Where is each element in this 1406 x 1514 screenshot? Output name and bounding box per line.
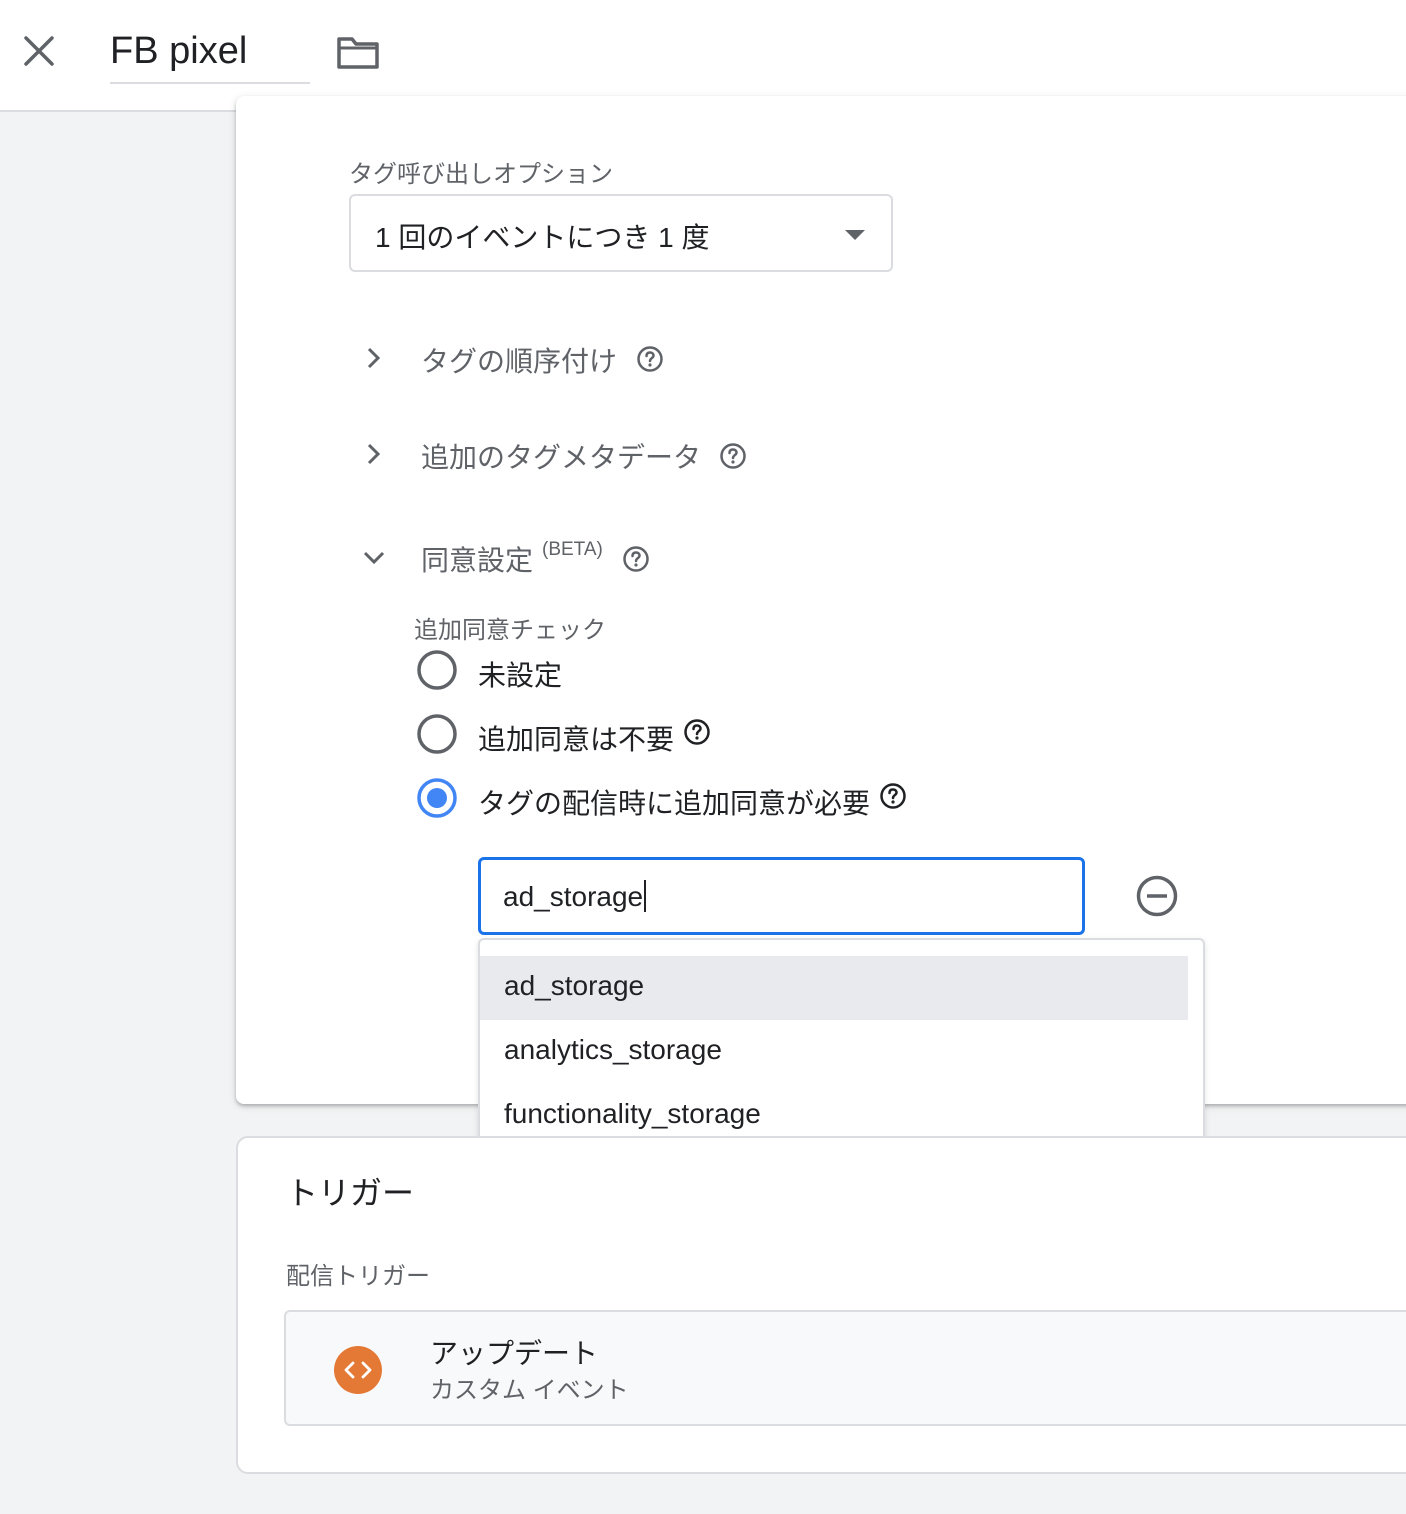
- close-icon: [24, 36, 54, 66]
- trigger-item[interactable]: アップデート カスタム イベント: [284, 1310, 1406, 1426]
- radio-unchecked-icon: [417, 650, 457, 690]
- triggering-title: トリガー: [286, 1175, 415, 1211]
- dropdown-arrow-icon: [845, 230, 865, 240]
- radio-unchecked-icon: [417, 714, 457, 754]
- radio-label: 追加同意は不要: [478, 724, 675, 755]
- firing-options-value: 1 回のイベントにつき 1 度: [375, 222, 710, 253]
- help-icon[interactable]: [683, 718, 711, 746]
- code-icon: [334, 1346, 382, 1394]
- chevron-down-icon: [363, 551, 385, 565]
- tag-sequencing-section[interactable]: タグの順序付け: [360, 334, 680, 382]
- help-icon[interactable]: [622, 545, 650, 573]
- trigger-type: カスタム イベント: [430, 1377, 629, 1404]
- suggestion-label: functionality_storage: [504, 1098, 761, 1129]
- radio-consent-required[interactable]: タグの配信時に追加同意が必要: [416, 776, 870, 820]
- page-title: FB pixel: [110, 30, 248, 72]
- help-icon[interactable]: [719, 442, 747, 470]
- close-button[interactable]: [18, 30, 60, 72]
- help-icon[interactable]: [636, 345, 664, 373]
- additional-metadata-section[interactable]: 追加のタグメタデータ: [360, 430, 710, 478]
- folder-button[interactable]: [334, 30, 382, 74]
- tag-sequencing-label: タグの順序付け: [421, 346, 618, 377]
- radio-checked-icon: [417, 778, 457, 818]
- tag-name-field[interactable]: FB pixel: [110, 24, 310, 84]
- consent-settings-section[interactable]: 同意設定 (BETA): [360, 533, 610, 581]
- suggestion-option[interactable]: ad_storage: [480, 956, 1188, 1020]
- trigger-name: アップデート: [430, 1338, 599, 1369]
- folder-icon: [337, 37, 379, 69]
- radio-not-set[interactable]: 未設定: [416, 648, 596, 692]
- suggestion-option[interactable]: analytics_storage: [480, 1020, 1188, 1084]
- additional-consent-label: 追加同意チェック: [414, 617, 606, 644]
- consent-type-input[interactable]: ad_storage: [478, 857, 1085, 935]
- text-caret: [644, 880, 647, 912]
- firing-options-label: タグ呼び出しオプション: [349, 161, 613, 188]
- remove-circle-icon[interactable]: [1135, 874, 1179, 918]
- additional-metadata-label: 追加のタグメタデータ: [421, 442, 702, 473]
- beta-badge: (BETA): [542, 539, 603, 560]
- help-icon[interactable]: [879, 782, 907, 810]
- radio-label: タグの配信時に追加同意が必要: [478, 788, 871, 819]
- radio-label: 未設定: [478, 660, 563, 691]
- radio-no-consent-required[interactable]: 追加同意は不要: [416, 712, 676, 756]
- suggestion-label: analytics_storage: [504, 1034, 722, 1065]
- chevron-right-icon: [367, 347, 381, 369]
- firing-options-select[interactable]: 1 回のイベントにつき 1 度: [349, 194, 893, 272]
- consent-type-value: ad_storage: [503, 881, 644, 912]
- chevron-right-icon: [367, 443, 381, 465]
- firing-triggers-label: 配信トリガー: [286, 1263, 430, 1290]
- consent-settings-label: 同意設定: [421, 545, 534, 576]
- suggestion-label: ad_storage: [504, 970, 645, 1001]
